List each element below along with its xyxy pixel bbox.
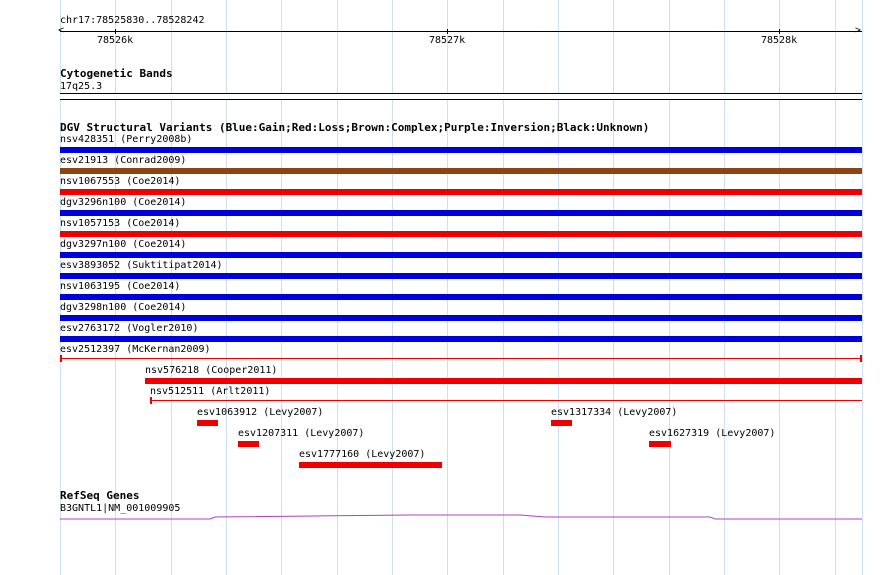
variant-bar[interactable] [197,420,218,426]
variant-bar[interactable] [60,315,862,321]
variant-label[interactable]: esv1317334 (Levy2007) [551,407,677,418]
gene-label[interactable]: B3GNTL1|NM_001009905 [60,503,180,514]
ruler-tick-label: 78528k [761,35,798,46]
variant-bar[interactable] [649,441,671,447]
grid-line [558,0,559,575]
variant-label[interactable]: nsv1063195 (Coe2014) [60,281,180,292]
variant-label[interactable]: esv21913 (Conrad2009) [60,155,186,166]
variant-label[interactable]: nsv512511 (Arlt2011) [150,386,270,397]
refseq-track-title[interactable]: RefSeq Genes [60,490,139,502]
ruler-tick [115,29,116,34]
variant-bar[interactable] [60,231,862,237]
variant-label[interactable]: nsv1057153 (Coe2014) [60,218,180,229]
variant-bar[interactable] [60,358,862,359]
variant-bar[interactable] [150,400,862,401]
cytoband-track-title[interactable]: Cytogenetic Bands [60,68,173,80]
variant-bar[interactable] [60,189,862,195]
variant-label[interactable]: esv1627319 (Levy2007) [649,428,775,439]
grid-line [226,0,227,575]
variant-label[interactable]: dgv3297n100 (Coe2014) [60,239,186,250]
variant-label[interactable]: esv1207311 (Levy2007) [238,428,364,439]
variant-bar[interactable] [60,273,862,279]
grid-line [669,0,670,575]
variant-label[interactable]: nsv428351 (Perry2008b) [60,134,192,145]
variant-bar[interactable] [60,168,862,174]
grid-line [613,0,614,575]
variant-bar[interactable] [238,441,259,447]
variant-bar[interactable] [60,147,862,153]
grid-line [447,0,448,575]
ruler-right-arrow: > [855,25,862,36]
variant-label[interactable]: esv3893052 (Suktitipat2014) [60,260,223,271]
grid-line [862,0,863,575]
ruler-tick [447,29,448,34]
ruler-tick [779,29,780,34]
grid-line [337,0,338,575]
grid-line [779,0,780,575]
variant-end-cap [60,355,62,362]
grid-line [835,0,836,575]
variant-end-cap [860,355,862,362]
variant-bar[interactable] [145,378,862,384]
locus-label: chr17:78525830..78528242 [60,15,205,26]
variant-bar[interactable] [551,420,572,426]
cytoband-bottom-line [60,99,862,100]
ruler-axis[interactable] [60,31,862,32]
grid-line [503,0,504,575]
variant-label[interactable]: dgv3296n100 (Coe2014) [60,197,186,208]
variant-label[interactable]: esv2512397 (McKernan2009) [60,344,211,355]
grid-line [281,0,282,575]
variant-label[interactable]: esv1063912 (Levy2007) [197,407,323,418]
grid-line [724,0,725,575]
variant-label[interactable]: nsv1067553 (Coe2014) [60,176,180,187]
ruler-left-arrow: < [58,25,65,36]
variant-bar[interactable] [60,252,862,258]
variant-bar[interactable] [299,462,442,468]
dgv-track-title[interactable]: DGV Structural Variants (Blue:Gain;Red:L… [60,122,649,134]
variant-end-cap [150,397,152,404]
variant-label[interactable]: esv2763172 (Vogler2010) [60,323,198,334]
ruler-tick-label: 78527k [429,35,466,46]
variant-label[interactable]: nsv576218 (Cooper2011) [145,365,277,376]
variant-bar[interactable] [60,336,862,342]
variant-label[interactable]: dgv3298n100 (Coe2014) [60,302,186,313]
ruler-tick-label: 78526k [97,35,134,46]
variant-label[interactable]: esv1777160 (Levy2007) [299,449,425,460]
grid-line [392,0,393,575]
variant-bar[interactable] [60,210,862,216]
cytoband-label: 17q25.3 [60,81,103,92]
variant-bar[interactable] [60,294,862,300]
